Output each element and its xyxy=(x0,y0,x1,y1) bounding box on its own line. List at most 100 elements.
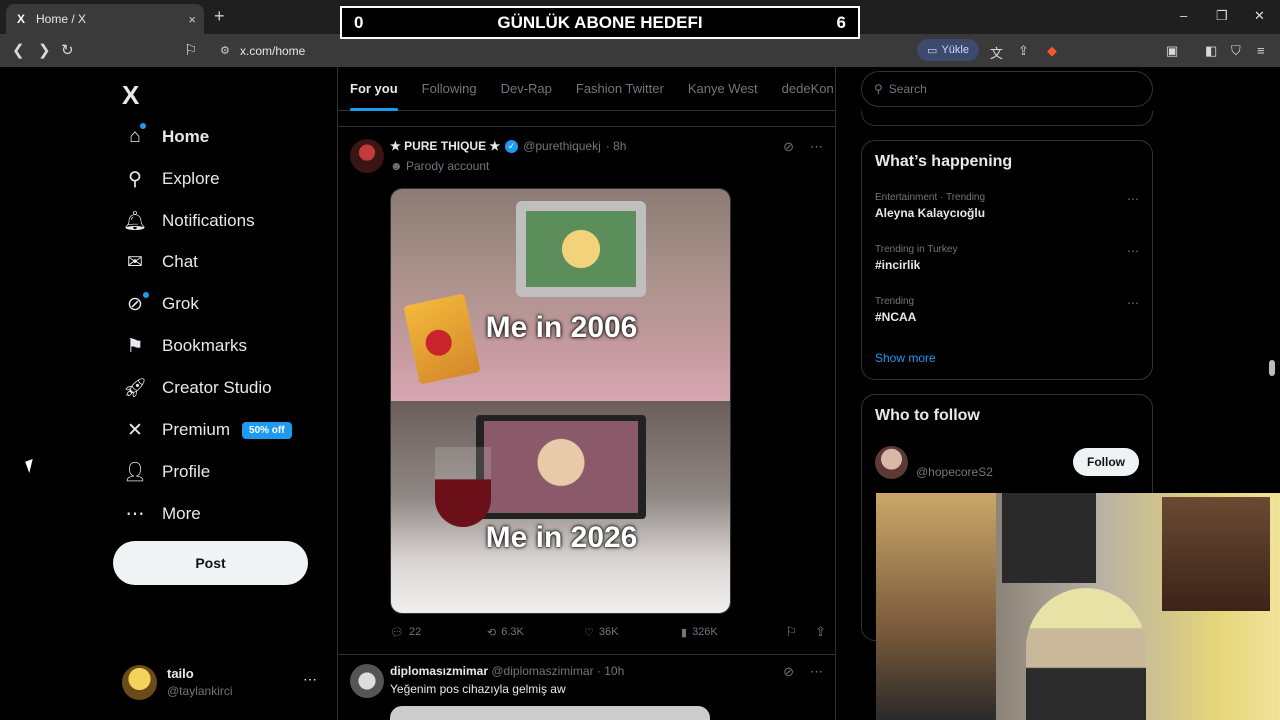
tweet-action-bar: 💬︎ 22 ⟲ 6.3K ♡ 36K ▮ 326K ⚐ ⇪ xyxy=(390,624,826,640)
mask-icon: ☻ xyxy=(390,159,403,173)
close-window-icon[interactable]: ✕ xyxy=(1254,8,1265,24)
repost-button[interactable]: ⟲ 6.3K xyxy=(487,624,584,640)
grok-notification-dot xyxy=(143,292,149,298)
who-to-follow-title: Who to follow xyxy=(875,407,980,424)
tweet-header: diplomasızmimar @diplomaszimimar · 10h xyxy=(390,664,624,678)
tweet-time[interactable]: · 10h xyxy=(597,664,624,678)
home-notification-dot xyxy=(140,123,146,129)
trend-name: #NCAA xyxy=(875,310,917,324)
suggestion-handle[interactable]: @hopecoreS2 xyxy=(916,465,993,479)
site-info-icon[interactable]: ⚙ xyxy=(220,44,230,57)
bookmark-tweet-icon[interactable]: ⚐ xyxy=(785,624,797,640)
tab-fashion-twitter[interactable]: Fashion Twitter xyxy=(564,67,676,111)
tweet-time[interactable]: · 8h xyxy=(606,139,627,153)
tweet-author-name[interactable]: diplomasızmimar xyxy=(390,664,488,678)
reply-icon: 💬︎ xyxy=(390,626,404,639)
views-button[interactable]: ▮ 326K xyxy=(681,624,778,640)
back-icon[interactable]: ❮ xyxy=(12,41,25,59)
tweet-author-name[interactable]: ★ PURE THIQUE ★ xyxy=(390,139,500,153)
bookmark-page-icon[interactable]: ⚐ xyxy=(184,41,197,59)
nav-chat[interactable]: ✉ Chat xyxy=(122,246,198,278)
trend-name: Aleyna Kalaycıoğlu xyxy=(875,206,986,220)
nav-creator-studio[interactable]: 🚀︎ Creator Studio xyxy=(122,372,272,404)
meme-caption-top: Me in 2006 xyxy=(485,311,638,344)
upload-button[interactable]: ▭ Yükle xyxy=(917,39,979,61)
reply-button[interactable]: 💬︎ 22 xyxy=(390,624,487,640)
sidebar-toggle-icon[interactable]: ◧ xyxy=(1205,43,1217,59)
translate-icon[interactable]: 文 xyxy=(990,43,1003,62)
previous-tweet-actions xyxy=(338,111,835,127)
vpn-icon[interactable]: ⛉ xyxy=(1231,43,1241,59)
search-input[interactable]: ⚲ Search xyxy=(861,71,1153,107)
nav-bookmarks[interactable]: ⚑ Bookmarks xyxy=(122,330,247,362)
tweet-author-handle[interactable]: @purethiquekj xyxy=(523,139,601,153)
account-switcher[interactable]: tailo @taylankirci ⋯ xyxy=(122,663,327,703)
tweet-avatar[interactable] xyxy=(350,139,384,173)
trend-more-icon[interactable]: ⋯ xyxy=(1127,192,1139,206)
tab-for-you[interactable]: For you xyxy=(338,67,410,111)
tab-following[interactable]: Following xyxy=(410,67,489,111)
share-icon[interactable]: ⇪ xyxy=(1018,43,1029,59)
show-more-link[interactable]: Show more xyxy=(875,351,936,365)
webcam-poster xyxy=(1002,493,1096,583)
follow-button[interactable]: Follow xyxy=(1073,448,1139,476)
scrolled-panel-edge xyxy=(861,111,1153,126)
nav-premium[interactable]: ✕ Premium 50% off xyxy=(122,414,292,446)
nav-profile-label: Profile xyxy=(162,462,211,481)
trend-item[interactable]: Trending #NCAA ⋯ xyxy=(875,296,1141,324)
menu-icon[interactable]: ≡ xyxy=(1257,43,1265,58)
nav-explore[interactable]: ⚲ Explore xyxy=(122,163,220,195)
tab-dedekon[interactable]: dedeKon xyxy=(770,67,835,111)
tweet-author-handle[interactable]: @diplomaszimimar xyxy=(491,664,593,678)
tab-dev-rap[interactable]: Dev-Rap xyxy=(489,67,564,111)
browser-tab[interactable]: X Home / X × xyxy=(6,4,204,34)
trend-more-icon[interactable]: ⋯ xyxy=(1127,244,1139,258)
share-tweet-icon[interactable]: ⇪ xyxy=(815,624,826,640)
heart-icon: ♡ xyxy=(584,626,594,639)
minimize-icon[interactable]: – xyxy=(1180,8,1187,23)
new-tab-button[interactable]: + xyxy=(214,6,225,27)
rocket-icon: 🚀︎ xyxy=(122,378,148,399)
url-field[interactable]: ⚙ x.com/home xyxy=(212,38,1280,63)
forward-icon[interactable]: ❯ xyxy=(38,41,51,59)
brave-shield-icon[interactable]: ◆ xyxy=(1047,43,1057,59)
x-logo-icon[interactable]: X xyxy=(122,80,139,111)
subscriber-goal-overlay: 0 GÜNLÜK ABONE HEDEFI 6 xyxy=(340,6,860,39)
tweet-more-icon[interactable]: ⋯ xyxy=(810,664,823,680)
tweet-image[interactable]: Me in 2006 Me in 2026 xyxy=(390,188,731,614)
grok-explain-icon[interactable]: ⊘ xyxy=(783,139,794,155)
nav-profile[interactable]: 👤︎ Profile xyxy=(122,456,210,488)
meme-caption-bottom: Me in 2026 xyxy=(485,521,638,554)
close-tab-icon[interactable]: × xyxy=(188,12,196,27)
post-button[interactable]: Post xyxy=(113,541,308,585)
maximize-icon[interactable]: ❐ xyxy=(1216,8,1228,24)
nav-notifications[interactable]: 🔔︎ Notifications xyxy=(122,205,255,237)
x-favicon-icon: X xyxy=(16,12,25,26)
like-button[interactable]: ♡ 36K xyxy=(584,624,681,640)
tweet[interactable]: diplomasızmimar @diplomaszimimar · 10h ⊘… xyxy=(338,656,835,720)
home-icon: ⌂ xyxy=(129,126,141,147)
tab-kanye-west[interactable]: Kanye West xyxy=(676,67,770,111)
nav-home[interactable]: ⌂ Home xyxy=(122,121,209,153)
account-handle: @taylankirci xyxy=(167,684,233,698)
goal-left-count: 0 xyxy=(354,12,364,32)
reader-icon[interactable]: ▣ xyxy=(1166,43,1178,59)
grok-explain-icon[interactable]: ⊘ xyxy=(783,664,794,680)
tweet[interactable]: ★ PURE THIQUE ★ ✓ @purethiquekj · 8h ☻ P… xyxy=(338,127,835,655)
page-scrollbar[interactable] xyxy=(1269,360,1275,376)
bell-icon: 🔔︎ xyxy=(122,211,148,232)
nav-creator-studio-label: Creator Studio xyxy=(162,378,272,397)
trend-item[interactable]: Entertainment · Trending Aleyna Kalaycıo… xyxy=(875,192,1141,220)
nav-grok[interactable]: ⊘ Grok xyxy=(122,288,199,320)
trend-item[interactable]: Trending in Turkey #incirlik ⋯ xyxy=(875,244,1141,272)
nav-more[interactable]: ⋯ More xyxy=(122,498,201,530)
account-more-icon[interactable]: ⋯ xyxy=(303,671,317,688)
tweet-secondary-actions: ⚐ ⇪ xyxy=(785,624,826,640)
tweet-avatar[interactable] xyxy=(350,664,384,698)
suggestion-avatar[interactable] xyxy=(875,446,908,479)
tweet-image[interactable] xyxy=(390,706,710,720)
trend-more-icon[interactable]: ⋯ xyxy=(1127,296,1139,310)
reload-icon[interactable]: ↻ xyxy=(61,41,74,59)
tweet-more-icon[interactable]: ⋯ xyxy=(810,139,823,155)
crt-tv xyxy=(516,201,646,297)
